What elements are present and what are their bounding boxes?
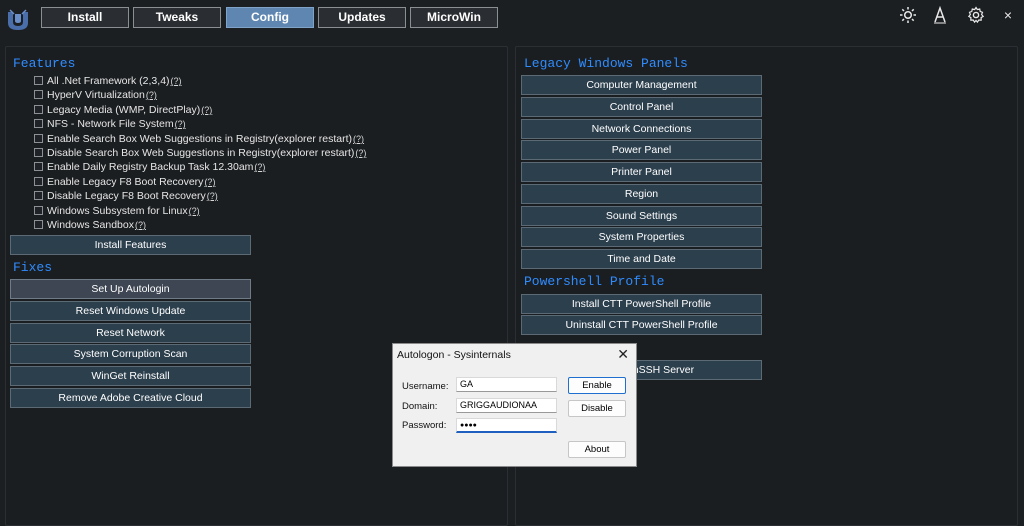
tab-install[interactable]: Install xyxy=(41,7,129,28)
power-panel-button[interactable]: Power Panel xyxy=(521,140,762,160)
tab-updates[interactable]: Updates xyxy=(318,7,406,28)
help-link[interactable]: (?) xyxy=(201,105,212,115)
feature-checkbox[interactable] xyxy=(34,119,43,128)
system-properties-button[interactable]: System Properties xyxy=(521,227,762,247)
disable-button[interactable]: Disable xyxy=(568,400,626,417)
password-label: Password: xyxy=(402,420,447,431)
feature-checkbox[interactable] xyxy=(34,206,43,215)
feature-checkbox[interactable] xyxy=(34,76,43,85)
set-up-autologin-button[interactable]: Set Up Autologin xyxy=(10,279,251,299)
feature-checkbox[interactable] xyxy=(34,134,43,143)
region-button[interactable]: Region xyxy=(521,184,762,204)
feature-checkbox[interactable] xyxy=(34,162,43,171)
feature-checkbox[interactable] xyxy=(34,105,43,114)
feature-checkbox[interactable] xyxy=(34,90,43,99)
time-and-date-button[interactable]: Time and Date xyxy=(521,249,762,269)
control-panel-button[interactable]: Control Panel xyxy=(521,97,762,117)
legacy-panels-title: Legacy Windows Panels xyxy=(524,56,688,71)
uninstall-ctt-powershell-profile-button[interactable]: Uninstall CTT PowerShell Profile xyxy=(521,315,762,335)
help-link[interactable]: (?) xyxy=(189,206,200,216)
feature-checkbox[interactable] xyxy=(34,191,43,200)
about-button[interactable]: About xyxy=(568,441,626,458)
dialog-close-icon[interactable]: ✕ xyxy=(617,346,629,363)
help-link[interactable]: (?) xyxy=(175,119,186,129)
theme-toggle-icon[interactable] xyxy=(899,6,917,24)
help-link[interactable]: (?) xyxy=(207,191,218,201)
app-logo-icon xyxy=(8,9,28,30)
enable-button[interactable]: Enable xyxy=(568,377,626,394)
help-link[interactable]: (?) xyxy=(353,134,364,144)
features-title: Features xyxy=(13,56,76,71)
username-field[interactable]: GA xyxy=(456,377,557,392)
powershell-profile-title: Powershell Profile xyxy=(524,274,665,289)
sound-settings-button[interactable]: Sound Settings xyxy=(521,206,762,226)
computer-management-button[interactable]: Computer Management xyxy=(521,75,762,95)
settings-gear-icon[interactable] xyxy=(967,6,985,24)
feature-checkbox[interactable] xyxy=(34,177,43,186)
printer-panel-button[interactable]: Printer Panel xyxy=(521,162,762,182)
fixes-title: Fixes xyxy=(13,260,53,275)
install-ctt-powershell-profile-button[interactable]: Install CTT PowerShell Profile xyxy=(521,294,762,314)
reset-network-button[interactable]: Reset Network xyxy=(10,323,251,343)
tab-microwin[interactable]: MicroWin xyxy=(410,7,498,28)
username-label: Username: xyxy=(402,381,449,392)
feature-checkbox[interactable] xyxy=(34,220,43,229)
tab-tweaks[interactable]: Tweaks xyxy=(133,7,221,28)
close-icon[interactable]: × xyxy=(999,6,1017,24)
tab-config[interactable]: Config xyxy=(226,7,314,28)
font-scaling-icon[interactable] xyxy=(931,6,949,24)
help-link[interactable]: (?) xyxy=(355,148,366,158)
remove-adobe-creative-cloud-button[interactable]: Remove Adobe Creative Cloud xyxy=(10,388,251,408)
feature-checkbox[interactable] xyxy=(34,148,43,157)
winget-reinstall-button[interactable]: WinGet Reinstall xyxy=(10,366,251,386)
top-bar: Install Tweaks Config Updates MicroWin × xyxy=(0,0,1024,40)
help-link[interactable]: (?) xyxy=(146,90,157,100)
system-corruption-scan-button[interactable]: System Corruption Scan xyxy=(10,344,251,364)
network-connections-button[interactable]: Network Connections xyxy=(521,119,762,139)
password-field[interactable]: ●●●● xyxy=(456,418,557,433)
autologon-dialog: Autologon - Sysinternals ✕ Username: GA … xyxy=(392,343,637,467)
reset-windows-update-button[interactable]: Reset Windows Update xyxy=(10,301,251,321)
install-features-button[interactable]: Install Features xyxy=(10,235,251,255)
help-link[interactable]: (?) xyxy=(204,177,215,187)
help-link[interactable]: (?) xyxy=(171,76,182,86)
dialog-title: Autologon - Sysinternals xyxy=(397,349,511,361)
domain-label: Domain: xyxy=(402,401,438,412)
help-link[interactable]: (?) xyxy=(135,220,146,230)
help-link[interactable]: (?) xyxy=(254,162,265,172)
domain-field[interactable]: GRIGGAUDIONAA xyxy=(456,398,557,413)
